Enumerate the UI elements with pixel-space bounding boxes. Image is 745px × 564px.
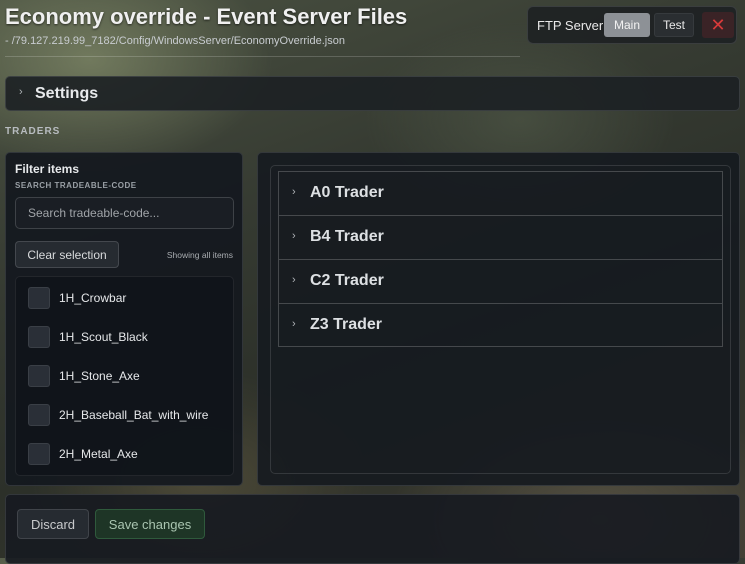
ftp-main-button[interactable]: Main xyxy=(604,13,650,37)
close-icon: ✕ xyxy=(710,14,726,35)
settings-label: Settings xyxy=(35,85,99,102)
traders-inner-frame: › A0 Trader › B4 Trader › C2 Trader › Z3… xyxy=(270,165,731,474)
save-changes-button[interactable]: Save changes xyxy=(95,509,205,539)
close-button[interactable]: ✕ xyxy=(702,12,734,38)
ftp-test-button[interactable]: Test xyxy=(654,13,694,37)
title-divider xyxy=(5,56,520,57)
list-item[interactable]: 1H_Crowbar xyxy=(28,286,126,310)
search-label: SEARCH TRADEABLE-CODE xyxy=(15,181,137,190)
item-label: 1H_Scout_Black xyxy=(59,330,148,344)
list-item[interactable]: 2H_Metal_Axe xyxy=(28,442,138,466)
chevron-right-icon: › xyxy=(292,230,296,242)
item-label: 2H_Metal_Axe xyxy=(59,447,138,461)
item-label: 1H_Crowbar xyxy=(59,291,127,305)
trader-row-c2[interactable]: › C2 Trader xyxy=(279,260,722,304)
filter-panel: Filter items SEARCH TRADEABLE-CODE Clear… xyxy=(5,152,243,486)
trader-row-b4[interactable]: › B4 Trader xyxy=(279,216,722,260)
trader-list: › A0 Trader › B4 Trader › C2 Trader › Z3… xyxy=(278,171,723,347)
ftp-server-label: FTP Server xyxy=(537,18,604,33)
trader-row-a0[interactable]: › A0 Trader xyxy=(279,172,722,216)
action-bar: Discard Save changes xyxy=(5,494,740,564)
item-checkbox[interactable] xyxy=(28,326,50,348)
clear-selection-button[interactable]: Clear selection xyxy=(15,241,119,268)
traders-section-header: TRADERS xyxy=(5,126,61,137)
filter-title: Filter items xyxy=(15,162,80,176)
chevron-right-icon: › xyxy=(292,274,296,286)
trader-label: B4 Trader xyxy=(310,228,384,245)
trader-row-z3[interactable]: › Z3 Trader xyxy=(279,304,722,348)
traders-panel: › A0 Trader › B4 Trader › C2 Trader › Z3… xyxy=(257,152,740,486)
items-list[interactable]: 1H_Crowbar 1H_Scout_Black 1H_Stone_Axe 2… xyxy=(15,276,234,476)
item-checkbox[interactable] xyxy=(28,404,50,426)
showing-status: Showing all items xyxy=(166,250,233,260)
item-checkbox[interactable] xyxy=(28,287,50,309)
page-title: Economy override - Event Server Files xyxy=(5,4,408,29)
trader-label: A0 Trader xyxy=(310,184,384,201)
chevron-right-icon: › xyxy=(292,186,296,198)
chevron-right-icon: › xyxy=(292,318,296,330)
trader-label: Z3 Trader xyxy=(310,316,383,333)
chevron-right-icon: › xyxy=(19,86,23,98)
list-item[interactable]: 1H_Stone_Axe xyxy=(28,364,140,388)
list-item[interactable]: 2H_Baseball_Bat_with_wire xyxy=(28,403,208,427)
settings-accordion[interactable]: › Settings xyxy=(5,76,740,111)
trader-label: C2 Trader xyxy=(310,272,384,289)
file-path: - /79.127.219.99_7182/Config/WindowsServ… xyxy=(5,35,345,47)
discard-button[interactable]: Discard xyxy=(17,509,89,539)
item-checkbox[interactable] xyxy=(28,443,50,465)
search-input[interactable] xyxy=(15,197,234,229)
item-checkbox[interactable] xyxy=(28,365,50,387)
item-label: 2H_Baseball_Bat_with_wire xyxy=(59,408,209,422)
item-label: 1H_Stone_Axe xyxy=(59,369,140,383)
ftp-server-switcher: FTP Server Main Test ✕ xyxy=(527,6,737,44)
list-item[interactable]: 1H_Scout_Black xyxy=(28,325,148,349)
